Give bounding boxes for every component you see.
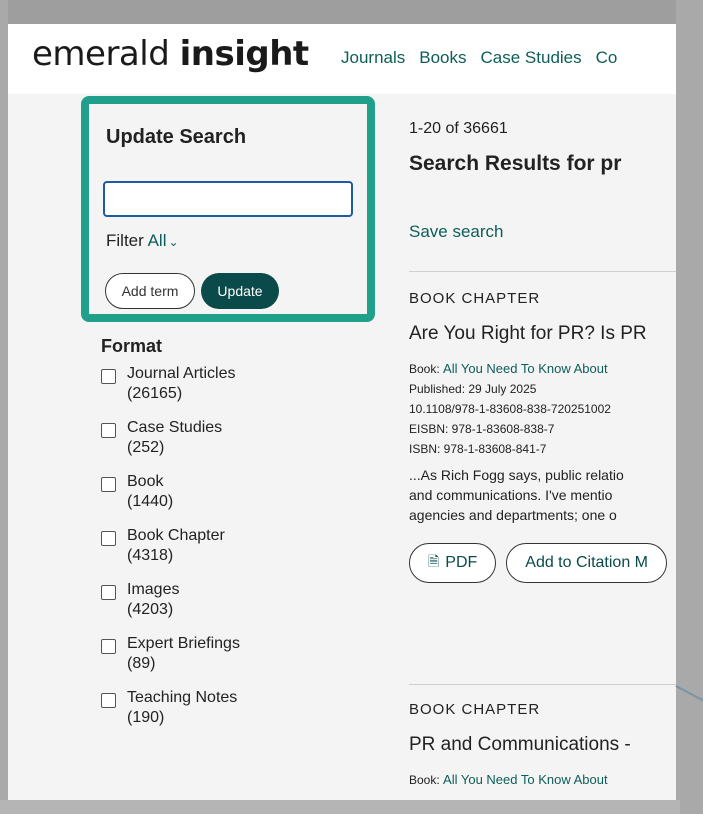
chevron-down-icon: ⌄ (168, 235, 179, 249)
annotation-line (675, 685, 703, 706)
result-item: BOOK CHAPTER PR and Communications - Boo… (409, 701, 676, 790)
checkbox[interactable] (101, 585, 116, 600)
result-actions: 🗎 PDF Add to Citation M (409, 543, 676, 583)
result-excerpt: ...As Rich Fogg says, public relatio and… (409, 467, 624, 523)
checkbox[interactable] (101, 639, 116, 654)
doi: 10.1108/978-1-83608-838-720251002 (409, 402, 611, 416)
filter-label: Filter (106, 231, 144, 250)
result-item: BOOK CHAPTER Are You Right for PR? Is PR… (409, 290, 676, 583)
book-link[interactable]: All You Need To Know About (443, 361, 608, 376)
checkbox[interactable] (101, 693, 116, 708)
format-option-teaching-notes: Teaching Notes (190) (101, 688, 361, 728)
checkbox[interactable] (101, 531, 116, 546)
main-nav: Journals Books Case Studies Co (341, 48, 617, 68)
content-type-label: BOOK CHAPTER (409, 701, 541, 718)
filter-dropdown[interactable]: Filter All ⌄ (106, 231, 179, 251)
format-option-book-chapter: Book Chapter (4318) (101, 526, 361, 566)
site-header: emerald insight Journals Books Case Stud… (8, 24, 676, 94)
format-option-images: Images (4203) (101, 580, 361, 620)
format-option-expert-briefings: Expert Briefings (89) (101, 634, 361, 674)
checkbox[interactable] (101, 477, 116, 492)
format-option-case-studies: Case Studies (252) (101, 418, 361, 458)
nav-journals[interactable]: Journals (341, 48, 405, 68)
results-title: Search Results for pr (409, 152, 622, 175)
result-title-link[interactable]: Are You Right for PR? Is PR (409, 323, 676, 345)
add-to-citation-button[interactable]: Add to Citation M (506, 543, 667, 583)
book-source: Book: All You Need To Know About (409, 361, 608, 376)
eisbn: EISBN: 978-1-83608-838-7 (409, 422, 555, 436)
update-button[interactable]: Update (201, 273, 279, 309)
checkbox[interactable] (101, 369, 116, 384)
pdf-icon: 🗎 (428, 553, 440, 569)
results-count: 1-20 of 36661 (409, 120, 508, 137)
isbn: ISBN: 978-1-83608-841-7 (409, 442, 547, 456)
result-title-link[interactable]: PR and Communications - (409, 734, 676, 756)
book-source: Book: All You Need To Know About (409, 772, 608, 787)
pdf-button[interactable]: 🗎 PDF (409, 543, 497, 583)
divider (409, 684, 676, 685)
format-filter-list: Journal Articles (26165) Case Studies (252… (101, 364, 361, 742)
main-content: Update Search Filter All ⌄ Add term Updat… (8, 94, 676, 814)
format-option-book: Book (1440) (101, 472, 361, 512)
window-top-strip (8, 0, 676, 24)
search-results: 1-20 of 36661 Search Results for pr Save… (388, 94, 676, 814)
save-search-link[interactable]: Save search (409, 222, 504, 242)
update-search-panel: Update Search Filter All ⌄ Add term Updat… (81, 96, 375, 322)
nav-books[interactable]: Books (419, 48, 466, 68)
filter-value: All (147, 231, 167, 250)
checkbox[interactable] (101, 423, 116, 438)
nav-more-truncated[interactable]: Co (596, 48, 618, 68)
book-link[interactable]: All You Need To Know About (443, 772, 608, 787)
page: emerald insight Journals Books Case Stud… (8, 0, 676, 814)
update-search-title: Update Search (106, 126, 247, 148)
emerald-insight-logo[interactable]: emerald insight (32, 34, 309, 74)
divider (409, 271, 676, 272)
filters-sidebar: Update Search Filter All ⌄ Add term Updat… (8, 94, 388, 814)
add-term-button[interactable]: Add term (105, 273, 195, 309)
format-option-journal-articles: Journal Articles (26165) (101, 364, 361, 404)
content-type-label: BOOK CHAPTER (409, 290, 541, 307)
bottom-overlay-strip (0, 800, 680, 814)
nav-case-studies[interactable]: Case Studies (481, 48, 582, 68)
format-filter-title: Format (101, 336, 163, 356)
published-date: Published: 29 July 2025 (409, 382, 537, 396)
search-term-input[interactable] (103, 181, 353, 217)
